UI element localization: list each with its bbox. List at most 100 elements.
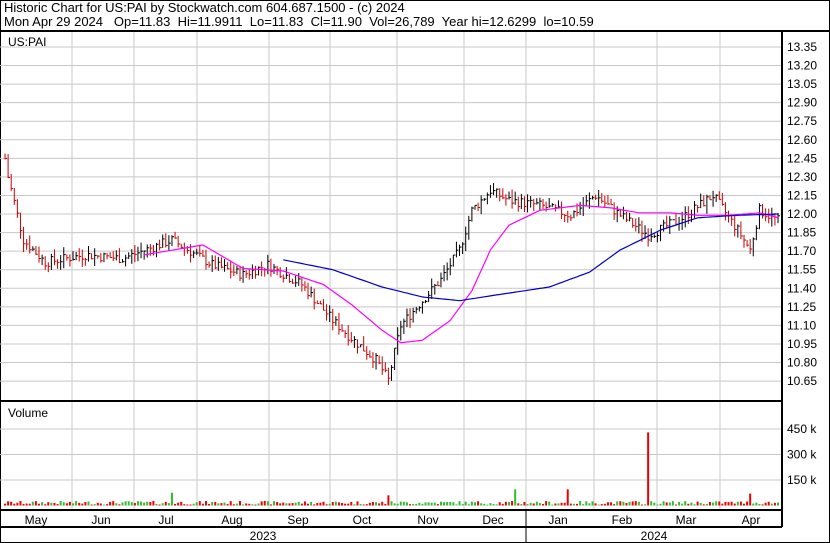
volume-bar [319, 502, 322, 506]
volume-bar [90, 504, 93, 506]
volume-bar [282, 502, 285, 506]
volume-bar [285, 503, 288, 506]
volume-bar [140, 501, 143, 506]
volume-bar [399, 501, 402, 506]
volume-bar [177, 502, 180, 506]
volume-bar [687, 503, 690, 506]
volume-bar [653, 502, 656, 506]
moving-average-short-line [144, 204, 779, 344]
volume-bar [393, 503, 396, 506]
volume-bar [201, 503, 204, 506]
volume-bar [656, 504, 659, 506]
volume-bar [671, 501, 674, 506]
volume-bar [161, 503, 164, 506]
stock-chart: 13.35 13.20 13.05 12.90 12.75 12.60 12.45 12.30… [0, 0, 830, 543]
volume-bar [409, 504, 412, 506]
volume-bar [75, 500, 78, 506]
volume-bar [659, 503, 662, 506]
volume-bar [106, 504, 109, 506]
volume-bar [390, 501, 393, 506]
volume-bar [254, 504, 257, 506]
volume-bar [344, 503, 347, 506]
volume-bar [269, 504, 272, 506]
chart-window: Historic Chart for US:PAI by Stockwatch.… [0, 0, 830, 543]
volume-bar [84, 502, 87, 506]
volume-bar [619, 501, 622, 506]
volume-bar [600, 504, 603, 506]
volume-bar [334, 501, 337, 506]
volume-bar [208, 503, 211, 506]
volume-bar [538, 503, 541, 506]
month-label: Jan [548, 513, 567, 527]
volume-bar [761, 504, 764, 506]
volume-bar [164, 501, 167, 506]
volume-bar [50, 502, 53, 506]
volume-bar [535, 501, 538, 506]
volume-bar [251, 504, 254, 506]
volume-bar [433, 502, 436, 506]
volume-bar [331, 502, 334, 506]
volume-bar [229, 501, 232, 506]
volume-bar [62, 502, 65, 506]
volume-bar [526, 504, 529, 506]
volume-bar [637, 501, 640, 506]
volume-bar [712, 502, 715, 506]
volume-bar [455, 504, 458, 506]
volume-tick-label: 450 k [787, 422, 817, 436]
volume-bar [34, 501, 37, 506]
volume-bar [81, 503, 84, 506]
volume-bar [121, 502, 124, 506]
volume-bar [668, 502, 671, 506]
volume-bar [214, 501, 217, 506]
volume-bar [192, 503, 195, 506]
volume-bar [708, 502, 711, 506]
volume-bar [365, 504, 368, 506]
volume-bar [124, 501, 127, 506]
volume-bar [507, 501, 510, 506]
price-tick-label: 12.45 [787, 151, 817, 165]
volume-bar [517, 503, 520, 506]
volume-bar [554, 503, 557, 506]
price-tick-label: 10.65 [787, 374, 817, 388]
volume-bar [504, 501, 507, 506]
volume-bar [483, 503, 486, 506]
month-label: Mar [676, 513, 697, 527]
volume-bar [560, 502, 563, 506]
volume-bar [674, 504, 677, 506]
volume-bar [300, 503, 303, 506]
price-tick-label: 11.85 [787, 226, 816, 240]
volume-bar [257, 503, 260, 506]
volume-bar [736, 501, 739, 506]
volume-bar [715, 501, 718, 506]
volume-bar [594, 503, 597, 506]
volume-bar [53, 502, 56, 506]
volume-bar [625, 503, 628, 506]
volume-bar [727, 502, 730, 506]
volume-bar [739, 501, 742, 506]
volume-bar [109, 501, 112, 506]
volume-bar [198, 501, 201, 506]
volume-bar [242, 504, 245, 506]
volume-bar [22, 503, 25, 506]
volume-bar [368, 502, 371, 506]
volume-bar [415, 503, 418, 506]
volume-bar [576, 503, 579, 506]
volume-bar [733, 503, 736, 506]
volume-bar [412, 504, 415, 506]
volume-bar [245, 503, 248, 506]
volume-bar [38, 503, 41, 506]
volume-bar [186, 504, 189, 506]
price-tick-label: 10.80 [787, 356, 817, 370]
volume-bar [449, 501, 452, 506]
volume-bar [359, 503, 362, 506]
volume-label: Volume [8, 406, 48, 420]
volume-bar [424, 502, 427, 506]
volume-bar [204, 501, 207, 506]
volume-bar [217, 503, 220, 506]
volume-bar [189, 504, 192, 506]
volume-bar [10, 501, 13, 506]
volume-bar [511, 501, 514, 506]
volume-bar [232, 504, 235, 506]
volume-bar [616, 501, 619, 506]
volume-bar [152, 500, 155, 506]
